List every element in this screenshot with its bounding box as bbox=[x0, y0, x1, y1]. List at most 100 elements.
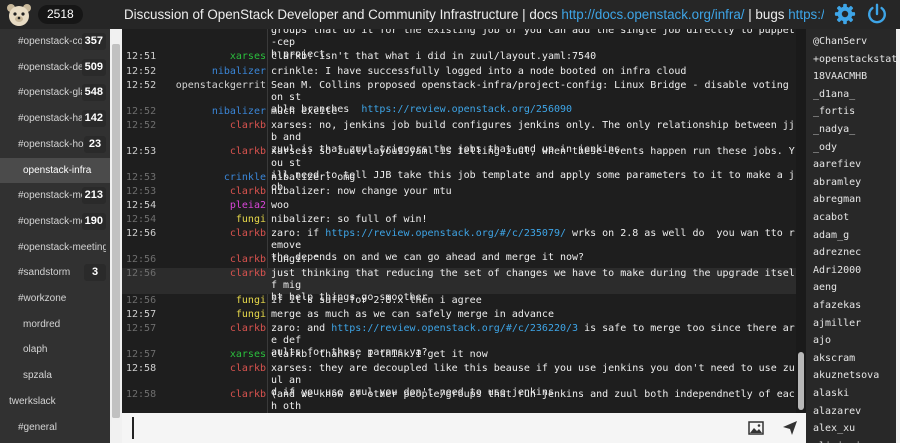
user-list-item[interactable]: +openstackstatus bbox=[813, 50, 899, 69]
message-line: clarkb: isn't that what i did in zuul/la… bbox=[271, 51, 597, 62]
message-line: nibalizer: so full of win! bbox=[271, 214, 428, 225]
message-nick[interactable]: fungi bbox=[162, 295, 266, 307]
channel-name: #openstack-meeting-4 bbox=[18, 241, 106, 253]
channel-item[interactable]: #openstack-ha 142 bbox=[0, 106, 110, 131]
message-nick[interactable]: clarkb bbox=[162, 186, 266, 198]
message-nick[interactable]: openstackgerrit bbox=[162, 80, 266, 92]
message-link[interactable]: https://review.openstack.org/#/c/235079/ bbox=[325, 228, 566, 239]
channel-item[interactable]: #openstack-meeting-3190 bbox=[0, 209, 110, 234]
channel-item[interactable]: spzala bbox=[0, 363, 110, 388]
message-nick[interactable]: fungi bbox=[162, 309, 266, 321]
chat-message: 12:57 fungi merge as much as we can safely… bbox=[122, 309, 802, 323]
message-nick[interactable]: clarkb bbox=[162, 120, 266, 132]
message-nick[interactable]: nibalizer bbox=[162, 66, 266, 78]
message-nick[interactable]: crinkle bbox=[162, 172, 266, 184]
message-line: crinkle: I have successfully logged into… bbox=[271, 66, 687, 77]
message-line: just thinking that reducing the set of c… bbox=[271, 268, 795, 291]
user-list-item[interactable]: @ChanServ bbox=[813, 32, 899, 51]
message-text: nibalizer: now change your mtu bbox=[271, 186, 798, 198]
channel-name: #openstack-meeting-3 bbox=[18, 215, 84, 227]
user-list-item[interactable]: ajmiller bbox=[813, 314, 899, 333]
message-nick[interactable]: clarkb bbox=[162, 323, 266, 335]
message-line: fungi: ^ bbox=[271, 254, 320, 265]
message-nick[interactable]: xarses bbox=[162, 349, 266, 361]
chat-message: 12:54 fungi nibalizer: so full of win! bbox=[122, 214, 802, 228]
user-list-item[interactable]: alaski bbox=[813, 384, 899, 403]
chat-message: groups that do it for the existing job o… bbox=[122, 29, 802, 60]
message-timestamp: 12:53 bbox=[126, 146, 157, 157]
channel-item[interactable]: #general bbox=[0, 415, 110, 440]
message-nick[interactable]: pleia2 bbox=[162, 200, 266, 212]
user-list-item[interactable]: adam_g bbox=[813, 226, 899, 245]
user-list-item[interactable]: _ody bbox=[813, 138, 899, 157]
image-upload-icon[interactable] bbox=[748, 420, 764, 436]
message-nick[interactable]: clarkb bbox=[162, 228, 266, 240]
sidebar-scroll-thumb[interactable] bbox=[112, 44, 120, 418]
send-icon[interactable] bbox=[782, 420, 798, 436]
docs-link[interactable]: http://docs.openstack.org/infra/ bbox=[561, 7, 744, 22]
channel-name: #openstack-glance bbox=[18, 87, 84, 99]
channel-item[interactable]: #openstack-dev 509 bbox=[0, 55, 110, 80]
user-list-item[interactable]: _nadya_ bbox=[813, 120, 899, 139]
channel-item[interactable]: #openstack-horizon23 bbox=[0, 132, 110, 157]
channel-item[interactable]: mordred bbox=[0, 312, 110, 337]
user-list-item[interactable]: Adri2000 bbox=[813, 261, 899, 280]
channel-item[interactable]: #openstack-meeting-4 bbox=[0, 235, 110, 260]
message-nick[interactable]: clarkb bbox=[162, 254, 266, 266]
message-nick[interactable]: nibalizer bbox=[162, 106, 266, 118]
user-list-item[interactable]: adreznec bbox=[813, 243, 899, 262]
message-nick[interactable]: clarkb bbox=[162, 268, 266, 280]
message-line: xarses: no, jenkins job build configures… bbox=[271, 120, 795, 143]
message-timestamp: 12:57 bbox=[126, 309, 157, 320]
chat-message: 12:56 fungi if it's safe for 2.8.x then i … bbox=[122, 295, 802, 309]
message-nick[interactable]: xarses bbox=[162, 51, 266, 63]
message-link[interactable]: https://review.openstack.org/#/c/236220/… bbox=[331, 323, 578, 334]
message-line: nibalizer: now change your mtu bbox=[271, 186, 452, 197]
channel-item[interactable]: #openstack-meeting213 bbox=[0, 183, 110, 208]
channel-item[interactable]: openstack-infra bbox=[0, 157, 110, 183]
message-nick[interactable]: clarkb bbox=[162, 389, 266, 401]
message-nick[interactable]: fungi bbox=[162, 214, 266, 226]
bugs-link[interactable]: https://storyboard. bbox=[788, 7, 824, 22]
user-list-item[interactable]: akuznetsova bbox=[813, 366, 899, 385]
bear-logo-icon[interactable] bbox=[6, 2, 32, 28]
user-list-item[interactable]: _fortis bbox=[813, 102, 899, 121]
message-nick[interactable]: clarkb bbox=[162, 146, 266, 158]
user-list-item[interactable]: aeng bbox=[813, 278, 899, 297]
message-timestamp: 12:53 bbox=[126, 172, 157, 183]
channel-item[interactable]: #sandstorm 3 bbox=[0, 260, 110, 285]
settings-gear-icon[interactable] bbox=[834, 3, 856, 25]
user-list-item[interactable]: aarefiev bbox=[813, 155, 899, 174]
user-list-item[interactable]: ajo bbox=[813, 331, 899, 350]
unread-badge: 357 bbox=[81, 33, 106, 50]
user-list-scrollbar[interactable] bbox=[896, 29, 900, 443]
user-list-item[interactable]: alazarev bbox=[813, 402, 899, 421]
unread-badge: 23 bbox=[84, 135, 106, 153]
user-list-item[interactable]: _d1ana_ bbox=[813, 85, 899, 104]
message-input[interactable] bbox=[132, 417, 732, 439]
channel-item[interactable]: #openstack-glance548 bbox=[0, 80, 110, 105]
user-list-item[interactable]: akscram bbox=[813, 349, 899, 368]
chat-scroll-thumb[interactable] bbox=[798, 352, 804, 410]
message-line: if it's safe for 2.8.x then i agree bbox=[271, 295, 482, 306]
user-list-item[interactable]: abramley bbox=[813, 173, 899, 192]
message-text: nibalizer: so full of win! bbox=[271, 214, 798, 226]
message-nick[interactable]: clarkb bbox=[162, 363, 266, 375]
user-list-item[interactable]: alivigni bbox=[813, 437, 899, 443]
channel-item[interactable]: #workzone bbox=[0, 286, 110, 311]
user-list-item[interactable]: alex_xu bbox=[813, 419, 899, 438]
user-list-item[interactable]: afazekas bbox=[813, 296, 899, 315]
channel-item[interactable]: #openstack-cong357 bbox=[0, 29, 110, 54]
chat-message: 12:58 clarkb (and we know of other people/… bbox=[122, 389, 802, 413]
channel-item[interactable]: olaph bbox=[0, 337, 110, 362]
chat-message: 12:53 crinkle nibalizer: omg bbox=[122, 172, 802, 186]
unread-badge: 548 bbox=[81, 84, 106, 102]
user-list-item[interactable]: acabot bbox=[813, 208, 899, 227]
message-timestamp: 12:58 bbox=[126, 389, 157, 400]
user-list-item[interactable]: 18VAACMHB bbox=[813, 67, 899, 86]
user-list-item[interactable]: abregman bbox=[813, 190, 899, 209]
power-icon[interactable] bbox=[866, 3, 888, 25]
unread-badge: 142 bbox=[81, 110, 106, 128]
chat-message: 12:57 xarses clarkb: thanks, I think I get… bbox=[122, 349, 802, 363]
channel-item[interactable]: twerkslack bbox=[0, 389, 110, 414]
